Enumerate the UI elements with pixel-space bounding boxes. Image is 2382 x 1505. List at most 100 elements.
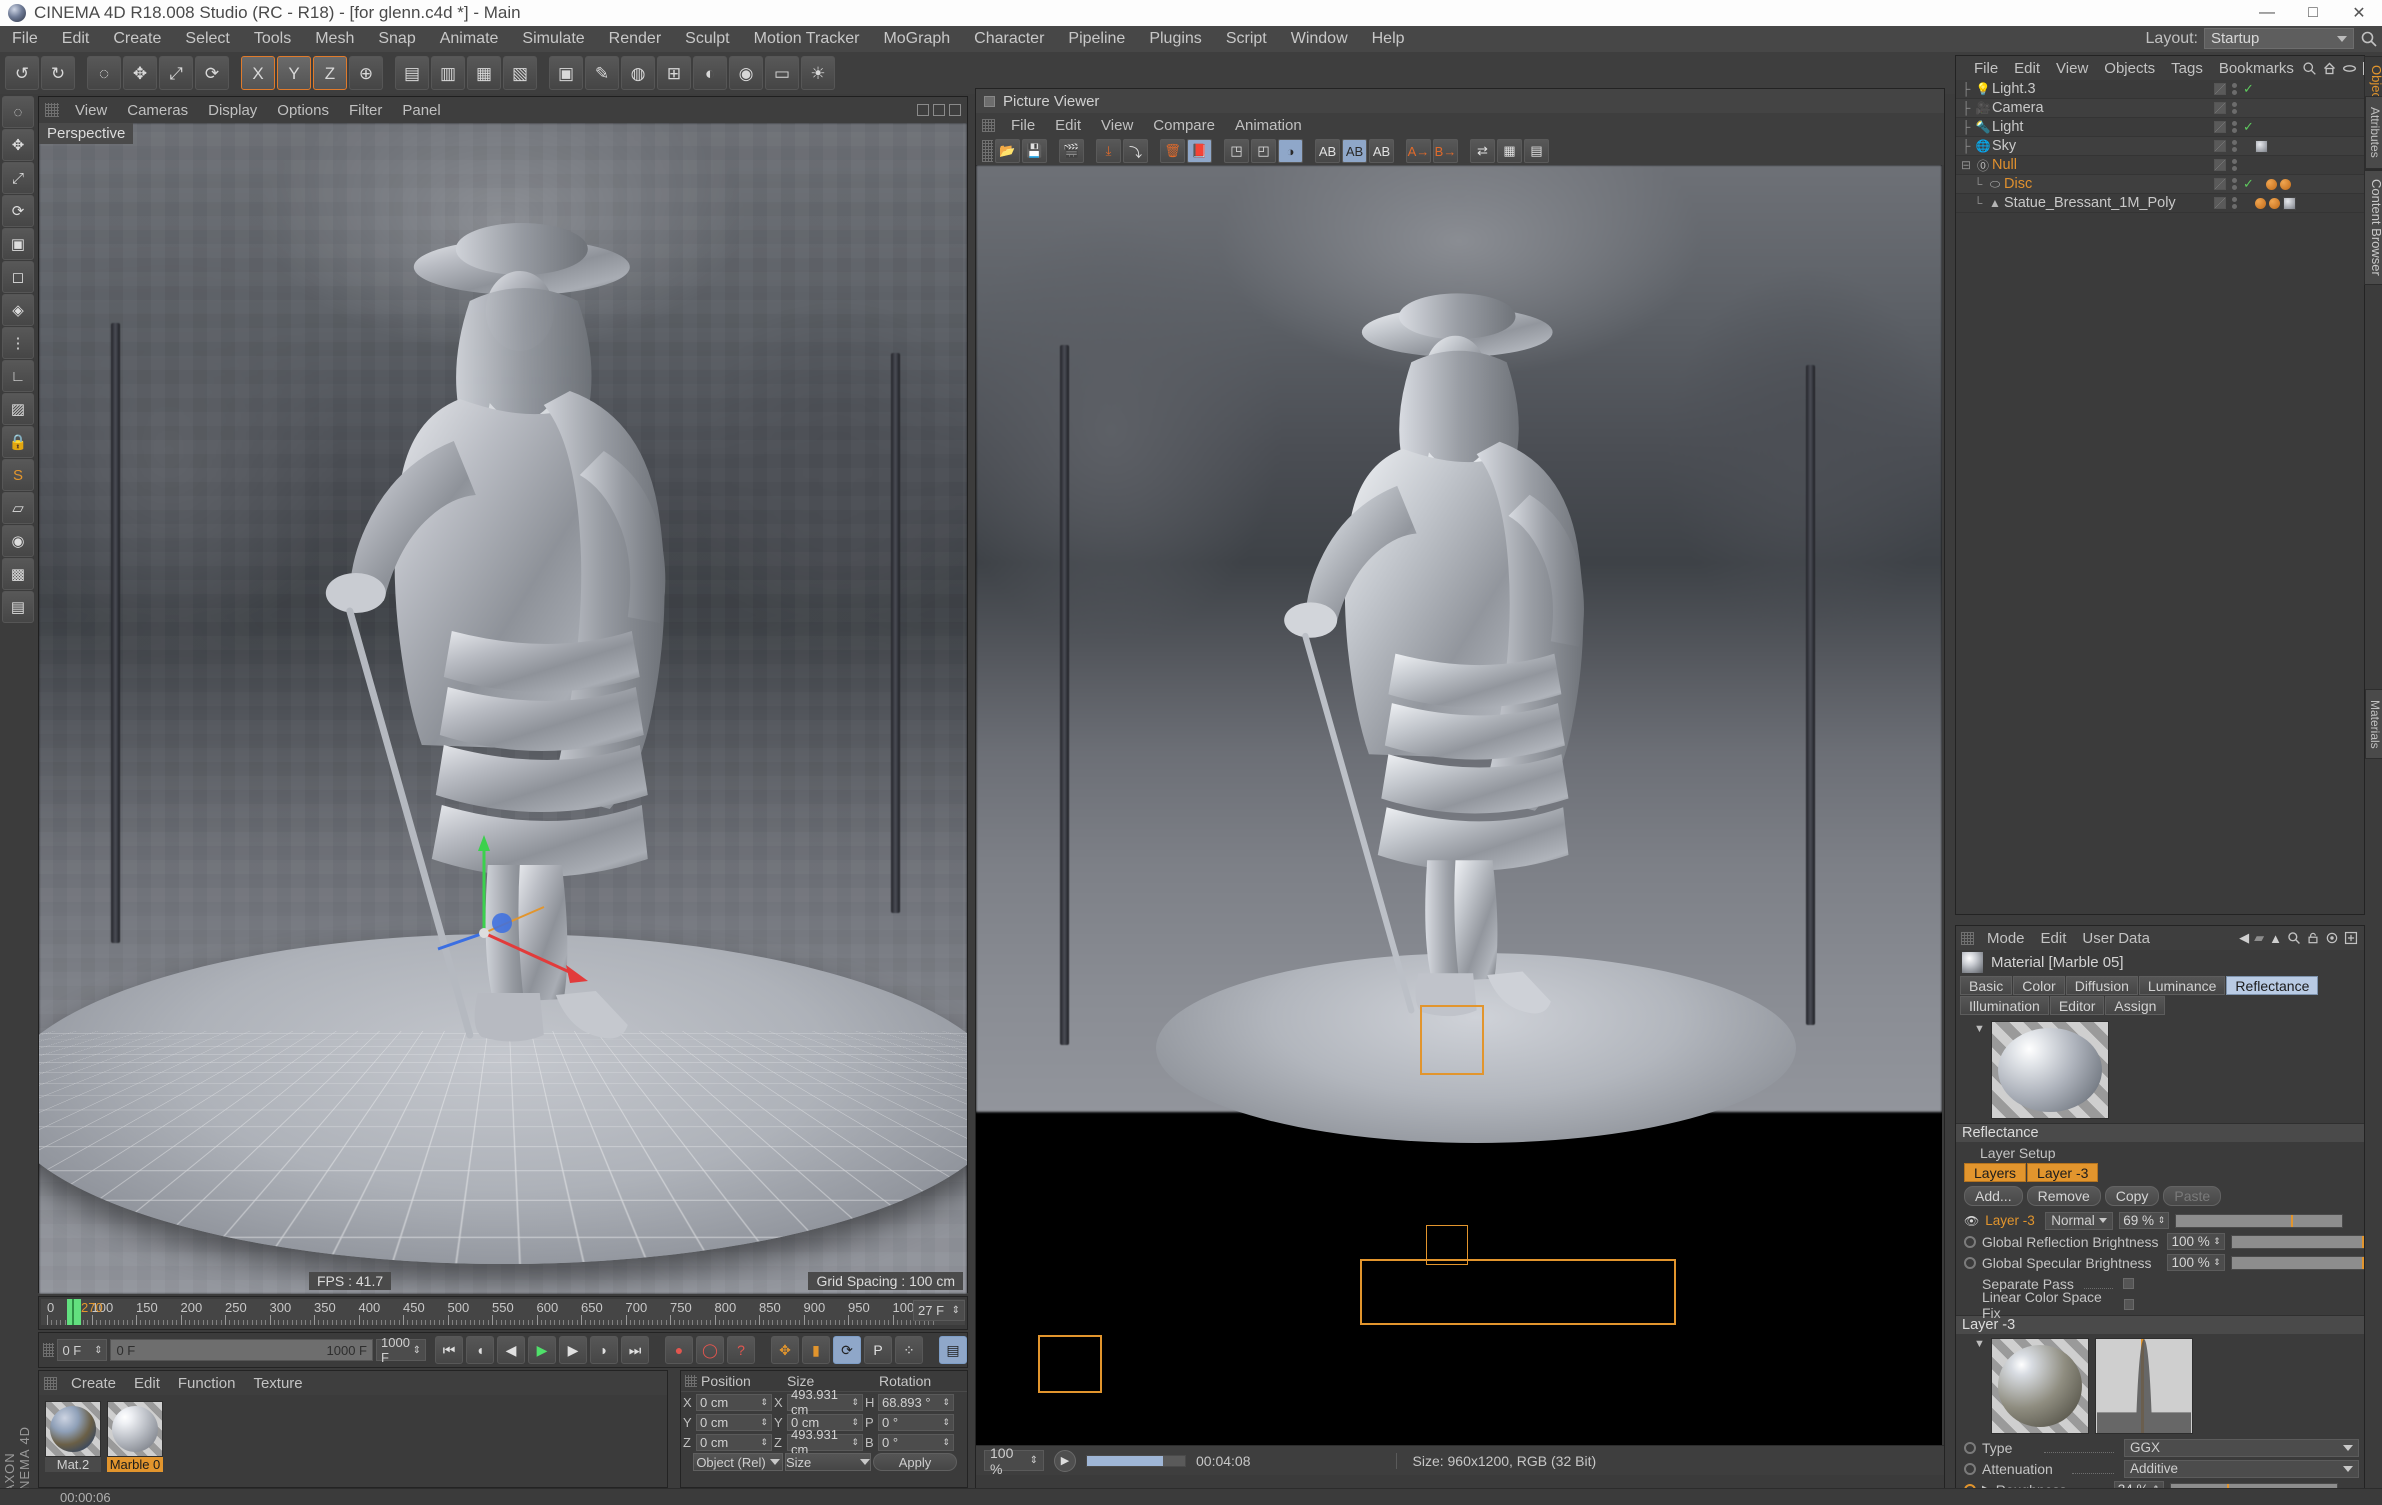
viewport-menu-filter[interactable]: Filter (339, 102, 392, 119)
om-menu-bookmarks[interactable]: Bookmarks (2211, 60, 2302, 77)
grip-icon[interactable] (685, 1375, 697, 1387)
viewport-split-icon[interactable] (933, 104, 945, 116)
toolbar-array-button[interactable]: ⊞ (657, 56, 691, 90)
home-icon[interactable] (2322, 61, 2337, 76)
object-row-camera[interactable]: ├ 🎥 Camera (1956, 99, 2364, 118)
global-reflection-field[interactable]: 100 % ⇕ (2167, 1233, 2225, 1250)
object-row-disc[interactable]: └ ⬭ Disc ✓ (1956, 175, 2364, 194)
pv-set-a-button[interactable]: A→ (1406, 139, 1431, 163)
right-tab-materials[interactable]: Materials (2365, 688, 2382, 760)
material-tab-color[interactable]: Color (2013, 976, 2065, 995)
object-row-null[interactable]: ⊟ ⓪ Null (1956, 156, 2364, 175)
viewport-menu-display[interactable]: Display (198, 102, 267, 119)
pv-menu-animation[interactable]: Animation (1225, 117, 1312, 134)
toolbar-environment-button[interactable]: ◉ (729, 56, 763, 90)
stepper-icon[interactable]: ⇕ (760, 1437, 768, 1448)
tl-point-level-anim-button[interactable]: ⁘ (895, 1336, 924, 1364)
minimize-button[interactable]: — (2244, 0, 2290, 26)
global-reflection-slider[interactable] (2230, 1234, 2364, 1249)
type-dropdown[interactable]: GGX (2124, 1438, 2359, 1457)
pv-view-b-button[interactable]: ◰ (1251, 139, 1276, 163)
dot-column[interactable] (2232, 159, 2237, 171)
linear-color-space-fix-checkbox[interactable] (2124, 1299, 2134, 1310)
search-icon[interactable] (2287, 931, 2301, 945)
stepper-icon[interactable]: ⇕ (760, 1417, 768, 1428)
menu-item-mograph[interactable]: MoGraph (871, 26, 962, 52)
visible-editor-dot-icon[interactable] (2232, 102, 2237, 107)
toolbar-render-settings-button[interactable]: ▧ (503, 56, 537, 90)
grip-icon[interactable] (1961, 931, 1974, 945)
object-row-light[interactable]: ├ 🔦 Light ✓ (1956, 118, 2364, 137)
toolbar-axis-x-button[interactable]: X (241, 56, 275, 90)
material-tabs-row1[interactable]: Basic Color Diffusion Luminance Reflectance (1956, 974, 2364, 997)
render-progress-bar[interactable] (1086, 1454, 1186, 1467)
dot-column[interactable] (2232, 102, 2237, 114)
pv-ab-swap-button[interactable]: ⇄ (1470, 139, 1495, 163)
rotation-p-field[interactable]: 0 ° ⇕ (878, 1413, 954, 1431)
selection-rect-3[interactable] (1038, 1335, 1102, 1393)
close-button[interactable]: ✕ (2336, 0, 2382, 26)
material-list[interactable]: Mat.2 Marble 0 (39, 1395, 667, 1478)
move-tool[interactable]: ✥ (2, 129, 34, 161)
material-preview[interactable] (107, 1401, 163, 1457)
viewport-menu-view[interactable]: View (65, 102, 117, 119)
pv-menu-file[interactable]: File (1001, 117, 1045, 134)
toolbar-deformer-button[interactable]: ◐ (693, 56, 727, 90)
toolbar-axis-y-button[interactable]: Y (277, 56, 311, 90)
size-x-field[interactable]: 493.931 cm ⇕ (787, 1387, 863, 1417)
pv-menu-edit[interactable]: Edit (1045, 117, 1091, 134)
tl-go-to-end-button[interactable]: ⏭ (621, 1336, 650, 1364)
toolbar-scale-button[interactable]: ⤢ (159, 56, 193, 90)
pv-delete-image-button[interactable]: 🗑 (1160, 139, 1185, 163)
dot-column[interactable] (2232, 197, 2237, 209)
visible-editor-dot-icon[interactable] (2232, 197, 2237, 202)
pv-ab-list-button[interactable]: ▤ (1524, 139, 1549, 163)
om-menu-objects[interactable]: Objects (2096, 60, 2163, 77)
tl-play-forward-button[interactable]: ▶ (528, 1336, 557, 1364)
viewport-solo[interactable]: ◉ (2, 525, 34, 557)
viewport-single-icon[interactable] (917, 104, 929, 116)
separate-pass-checkbox[interactable] (2123, 1278, 2134, 1289)
object-tree[interactable]: ├ 💡 Light.3 ✓ ├ 🎥 Camera ├ 🔦 Light ✓ ├ 🌐 Sky ⊟ ⓪ Null └ ⬭ D… (1956, 80, 2364, 213)
menu-item-tools[interactable]: Tools (242, 26, 303, 52)
menu-item-motion-tracker[interactable]: Motion Tracker (742, 26, 872, 52)
toolbar-nurbs-button[interactable]: ◍ (621, 56, 655, 90)
pv-ab-grid-button[interactable]: ▦ (1497, 139, 1522, 163)
rotation-h-field[interactable]: 68.893 ° ⇕ (878, 1393, 954, 1411)
material-tab-assign[interactable]: Assign (2105, 996, 2166, 1015)
visibility-toggle-icon[interactable] (2214, 83, 2226, 95)
collapse-triangle-icon[interactable]: ▼ (1974, 1338, 1985, 1350)
tag-dot-icon[interactable] (2265, 178, 2277, 190)
tl-timeline-window-button[interactable]: ▤ (939, 1336, 968, 1364)
pv-menu-view[interactable]: View (1091, 117, 1143, 134)
visible-editor-dot-icon[interactable] (2232, 178, 2237, 183)
toolbar-light-button[interactable]: ☀ (801, 56, 835, 90)
pv-save-image-button[interactable]: 💾 (1022, 139, 1047, 163)
grip-icon[interactable] (982, 118, 995, 132)
layer-row[interactable]: 👁 Layer -3 Normal 69 % ⇕ (1956, 1210, 2364, 1231)
dot-column[interactable] (2232, 121, 2237, 133)
menu-item-plugins[interactable]: Plugins (1137, 26, 1213, 52)
dot-column[interactable] (2232, 140, 2237, 152)
material-tabs-row2[interactable]: Illumination Editor Assign (1956, 994, 2364, 1017)
visible-editor-dot-icon[interactable] (2232, 121, 2237, 126)
dot-column[interactable] (2232, 178, 2237, 190)
selection-rect-2[interactable] (1360, 1259, 1676, 1325)
menu-item-edit[interactable]: Edit (50, 26, 102, 52)
attenuation-dropdown[interactable]: Additive (2124, 1459, 2359, 1478)
enabled-check-icon[interactable]: ✓ (2243, 176, 2254, 192)
select-tool[interactable]: ◌ (2, 96, 34, 128)
toolbar-render-queue-button[interactable]: ▦ (467, 56, 501, 90)
layer-paste-button[interactable]: Paste (2163, 1186, 2222, 1206)
tl-position-key-button[interactable]: ✥ (771, 1336, 800, 1364)
tag-column[interactable] (2255, 139, 2268, 153)
time-range-slider[interactable]: 0 F 1000 F (110, 1339, 373, 1361)
attenuation-row[interactable]: Attenuation Additive (1956, 1458, 2364, 1479)
rotation-b-field[interactable]: 0 ° ⇕ (878, 1433, 954, 1451)
toolbar-camera-button[interactable]: ▭ (765, 56, 799, 90)
type-radio-icon[interactable] (1964, 1441, 1976, 1454)
ellipse-icon[interactable] (2342, 61, 2357, 76)
edge-mode[interactable]: ∟ (2, 360, 34, 392)
timeline-playhead[interactable] (67, 1299, 81, 1325)
visibility-toggle-icon[interactable] (2214, 178, 2226, 190)
